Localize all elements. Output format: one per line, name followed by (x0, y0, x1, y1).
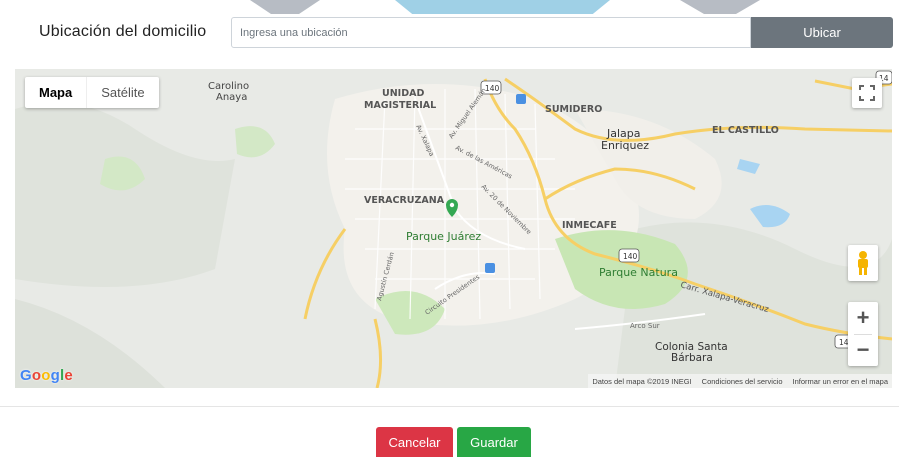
street-view-button[interactable] (848, 245, 878, 281)
header-decoration-right (680, 0, 760, 14)
transit-icon (485, 263, 495, 273)
map-label-parque-juarez: Parque Juárez (406, 230, 481, 243)
map-label-parque-natura: Parque Natura (599, 266, 678, 279)
zoom-control: + − (848, 302, 878, 366)
map-label-barbara: Bárbara (671, 352, 713, 364)
map-label-veracruzana: VERACRUZANA (364, 195, 445, 206)
map-label-inmecafe: INMECAFE (562, 220, 617, 231)
pegman-icon (858, 251, 868, 275)
header-decoration-center (395, 0, 610, 14)
map-view[interactable]: Carolino Anaya UNIDAD MAGISTERIAL SUMIDE… (15, 69, 892, 388)
map-label-unidad: UNIDAD (382, 88, 424, 99)
map-type-satelite[interactable]: Satélite (86, 77, 158, 108)
divider (0, 406, 899, 407)
map-type-mapa[interactable]: Mapa (25, 77, 86, 108)
fullscreen-icon (859, 85, 875, 101)
zoom-out-button[interactable]: − (848, 334, 878, 366)
map-canvas: Carolino Anaya UNIDAD MAGISTERIAL SUMIDE… (15, 69, 892, 388)
map-data-credit: Datos del mapa ©2019 INEGI (592, 376, 692, 386)
map-label-el-castillo: EL CASTILLO (712, 125, 779, 136)
transit-icon (516, 94, 526, 104)
location-input[interactable] (231, 17, 751, 48)
fullscreen-button[interactable] (852, 78, 882, 108)
zoom-divider (854, 334, 872, 335)
map-type-control: Mapa Satélite (25, 77, 159, 108)
report-error-link[interactable]: Informar un error en el mapa (793, 377, 888, 386)
map-label-enriquez: Enriquez (601, 139, 649, 152)
route-140-label: 140 (485, 84, 500, 93)
map-label-sumidero: SUMIDERO (545, 104, 602, 115)
route-140-label: 140 (623, 252, 638, 261)
map-label-magisterial: MAGISTERIAL (364, 100, 436, 111)
location-label: Ubicación del domicilio (39, 23, 207, 40)
terms-link[interactable]: Condiciones del servicio (702, 377, 783, 386)
map-label-arco-sur: Arco Sur (630, 322, 660, 330)
map-label-carolino: Carolino (208, 81, 249, 92)
zoom-in-button[interactable]: + (848, 302, 878, 334)
header-decoration-left (250, 0, 320, 14)
map-attribution: Datos del mapa ©2019 INEGI Condiciones d… (588, 374, 892, 388)
locate-button[interactable]: Ubicar (751, 17, 893, 48)
google-logo: Google (20, 367, 73, 384)
map-label-anaya: Anaya (216, 92, 247, 103)
